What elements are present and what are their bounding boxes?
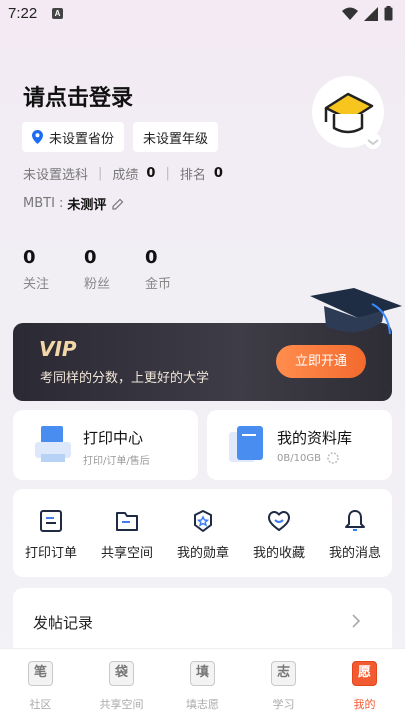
action-grid: 打印订单 共享空间 我的勋章 我的收藏 我的消息 bbox=[13, 489, 392, 577]
print-order-icon bbox=[40, 510, 62, 532]
mbti-value: 未测评 bbox=[67, 198, 107, 213]
bell-icon bbox=[345, 510, 365, 531]
signal-icon bbox=[364, 6, 378, 21]
vip-logo: VIP bbox=[39, 338, 77, 360]
stat-value: 0 bbox=[84, 247, 97, 268]
bottom-tab-bar: 笔 社区 袋 共享空间 填 填志愿 志 学习 愿 我的 bbox=[0, 648, 405, 720]
grade-chip[interactable]: 未设置年级 bbox=[133, 122, 219, 152]
stat-label: 关注 bbox=[23, 277, 50, 292]
print-order-button[interactable]: 打印订单 bbox=[13, 489, 89, 577]
status-icons bbox=[342, 6, 393, 21]
mbti-label: MBTI : bbox=[23, 196, 64, 211]
my-messages-button[interactable]: 我的消息 bbox=[317, 489, 393, 577]
academic-info: 未设置选科 | 成绩 0 | 排名 0 bbox=[23, 164, 223, 183]
profile-chips: 未设置省份 未设置年级 bbox=[22, 122, 219, 152]
score-label: 成绩 bbox=[112, 168, 139, 183]
login-prompt[interactable]: 请点击登录 bbox=[23, 80, 133, 112]
province-label: 未设置省份 bbox=[49, 131, 115, 147]
tab-mine[interactable]: 愿 我的 bbox=[324, 649, 405, 720]
action-label: 打印订单 bbox=[24, 546, 77, 561]
status-time: 7:22 bbox=[8, 5, 38, 22]
edit-avatar-icon[interactable] bbox=[364, 132, 382, 150]
my-library-card[interactable]: 我的资料库 0B/10GB bbox=[207, 410, 392, 480]
tab-study[interactable]: 志 学习 bbox=[243, 649, 324, 720]
vip-logo-text: VIP bbox=[39, 338, 77, 360]
rank-value: 0 bbox=[213, 166, 223, 181]
study-tab-icon: 志 bbox=[271, 661, 296, 686]
mine-tab-icon: 愿 bbox=[352, 661, 377, 686]
fill-application-tab-icon: 填 bbox=[190, 661, 215, 686]
vip-subtitle: 考同样的分数，上更好的大学 bbox=[40, 371, 210, 386]
tab-label: 共享空间 bbox=[99, 698, 144, 711]
divider: | bbox=[98, 166, 103, 181]
edit-pencil-icon[interactable] bbox=[112, 198, 124, 210]
stat-label: 金币 bbox=[145, 277, 172, 292]
storage-usage-text: 0B/10GB bbox=[277, 452, 321, 464]
vip-open-button[interactable]: 立即开通 bbox=[276, 345, 366, 378]
battery-icon bbox=[384, 6, 393, 21]
subject-label[interactable]: 未设置选科 bbox=[23, 164, 88, 183]
tab-community[interactable]: 笔 社区 bbox=[0, 649, 81, 720]
action-label: 我的消息 bbox=[328, 546, 381, 561]
stat-following[interactable]: 0 关注 bbox=[23, 247, 84, 292]
notification-icon: A bbox=[52, 8, 63, 19]
shared-folder-icon bbox=[116, 512, 138, 531]
mbti-row[interactable]: MBTI : 未测评 bbox=[23, 194, 124, 213]
tab-label: 学习 bbox=[272, 698, 295, 711]
stat-value: 0 bbox=[145, 247, 158, 268]
tab-shared-space[interactable]: 袋 共享空间 bbox=[81, 649, 162, 720]
divider: | bbox=[165, 166, 170, 181]
documents-icon bbox=[229, 426, 263, 462]
shared-space-tab-icon: 袋 bbox=[109, 661, 134, 686]
action-label: 我的收藏 bbox=[252, 546, 305, 561]
shared-space-button[interactable]: 共享空间 bbox=[89, 489, 165, 577]
print-center-sub: 打印/订单/售后 bbox=[83, 456, 150, 467]
tab-label: 社区 bbox=[29, 698, 52, 711]
status-bar: 7:22 A bbox=[0, 0, 405, 28]
my-medals-button[interactable]: 我的勋章 bbox=[165, 489, 241, 577]
print-center-card[interactable]: 打印中心 打印/订单/售后 bbox=[13, 410, 198, 480]
stats-row: 0 关注 0 粉丝 0 金币 bbox=[23, 247, 206, 292]
rank-label: 排名 bbox=[179, 168, 206, 183]
heart-icon bbox=[268, 511, 290, 531]
storage-usage: 0B/10GB bbox=[277, 452, 339, 464]
medal-icon bbox=[194, 510, 212, 532]
post-records-title: 发帖记录 bbox=[33, 614, 94, 632]
my-favorites-button[interactable]: 我的收藏 bbox=[241, 489, 317, 577]
stat-coins[interactable]: 0 金币 bbox=[145, 247, 206, 292]
score-value: 0 bbox=[146, 166, 156, 181]
location-pin-icon bbox=[32, 130, 43, 144]
vip-grad-cap-icon bbox=[310, 288, 402, 335]
community-tab-icon: 笔 bbox=[28, 661, 53, 686]
my-library-title: 我的资料库 bbox=[277, 429, 353, 447]
tab-label: 我的 bbox=[353, 698, 376, 711]
print-center-title: 打印中心 bbox=[83, 429, 144, 447]
action-label: 我的勋章 bbox=[176, 546, 229, 561]
province-chip[interactable]: 未设置省份 bbox=[22, 122, 125, 152]
chevron-right-icon bbox=[352, 614, 360, 628]
stat-label: 粉丝 bbox=[84, 277, 111, 292]
action-label: 共享空间 bbox=[100, 546, 153, 561]
grade-label: 未设置年级 bbox=[143, 131, 209, 147]
tab-fill-application[interactable]: 填 填志愿 bbox=[162, 649, 243, 720]
tab-label: 填志愿 bbox=[186, 698, 219, 711]
printer-icon bbox=[35, 426, 71, 462]
wifi-icon bbox=[342, 7, 358, 20]
stat-followers[interactable]: 0 粉丝 bbox=[84, 247, 145, 292]
storage-progress-icon bbox=[327, 452, 339, 464]
stat-value: 0 bbox=[23, 247, 36, 268]
